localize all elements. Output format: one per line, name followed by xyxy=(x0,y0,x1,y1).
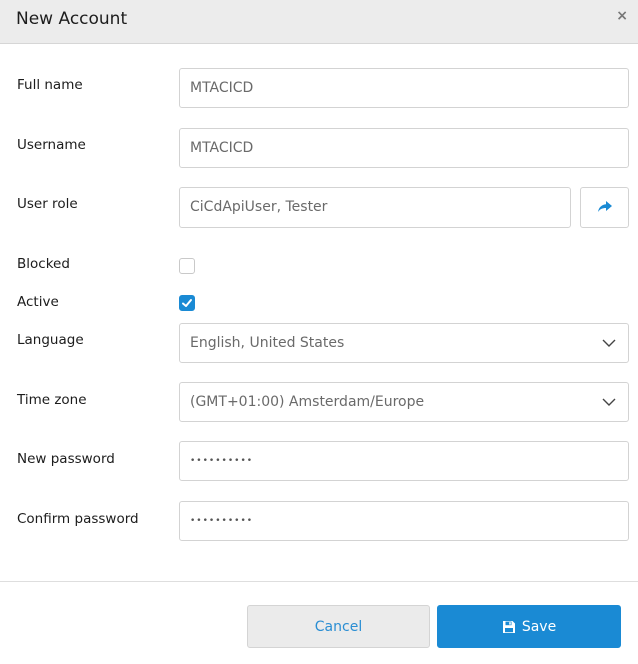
confirm-password-label: Confirm password xyxy=(17,511,139,527)
blocked-checkbox[interactable] xyxy=(179,258,195,274)
time-zone-select[interactable]: (GMT+01:00) Amsterdam/Europe xyxy=(179,382,629,422)
language-label: Language xyxy=(17,332,84,348)
chevron-down-icon xyxy=(602,398,616,406)
floppy-disk-icon xyxy=(502,620,515,633)
username-input[interactable]: MTACICD xyxy=(179,128,629,168)
blocked-label: Blocked xyxy=(17,256,70,272)
chevron-down-icon xyxy=(602,339,616,347)
full-name-input[interactable]: MTACICD xyxy=(179,68,629,108)
time-zone-value: (GMT+01:00) Amsterdam/Europe xyxy=(190,394,425,410)
full-name-label: Full name xyxy=(17,77,83,93)
close-icon[interactable]: × xyxy=(616,8,628,24)
user-role-select-button[interactable] xyxy=(580,187,629,228)
save-button[interactable]: Save xyxy=(437,605,621,648)
cancel-button-label: Cancel xyxy=(314,618,363,635)
active-label: Active xyxy=(17,294,59,310)
dialog-title: New Account xyxy=(16,9,128,29)
footer-divider xyxy=(0,581,638,582)
dialog-header: New Account × xyxy=(0,0,638,44)
user-role-input[interactable]: CiCdApiUser, Tester xyxy=(179,187,571,228)
share-arrow-icon xyxy=(597,198,612,217)
new-password-input[interactable]: •••••••••• xyxy=(179,441,629,481)
cancel-button[interactable]: Cancel xyxy=(247,605,430,648)
time-zone-label: Time zone xyxy=(17,392,87,408)
language-select[interactable]: English, United States xyxy=(179,323,629,363)
new-password-label: New password xyxy=(17,451,115,467)
active-checkbox[interactable] xyxy=(179,295,195,311)
confirm-password-input[interactable]: •••••••••• xyxy=(179,501,629,541)
save-button-label: Save xyxy=(521,618,557,635)
checkmark-icon xyxy=(182,299,192,307)
user-role-label: User role xyxy=(17,196,78,212)
username-label: Username xyxy=(17,137,86,153)
language-value: English, United States xyxy=(190,335,345,351)
